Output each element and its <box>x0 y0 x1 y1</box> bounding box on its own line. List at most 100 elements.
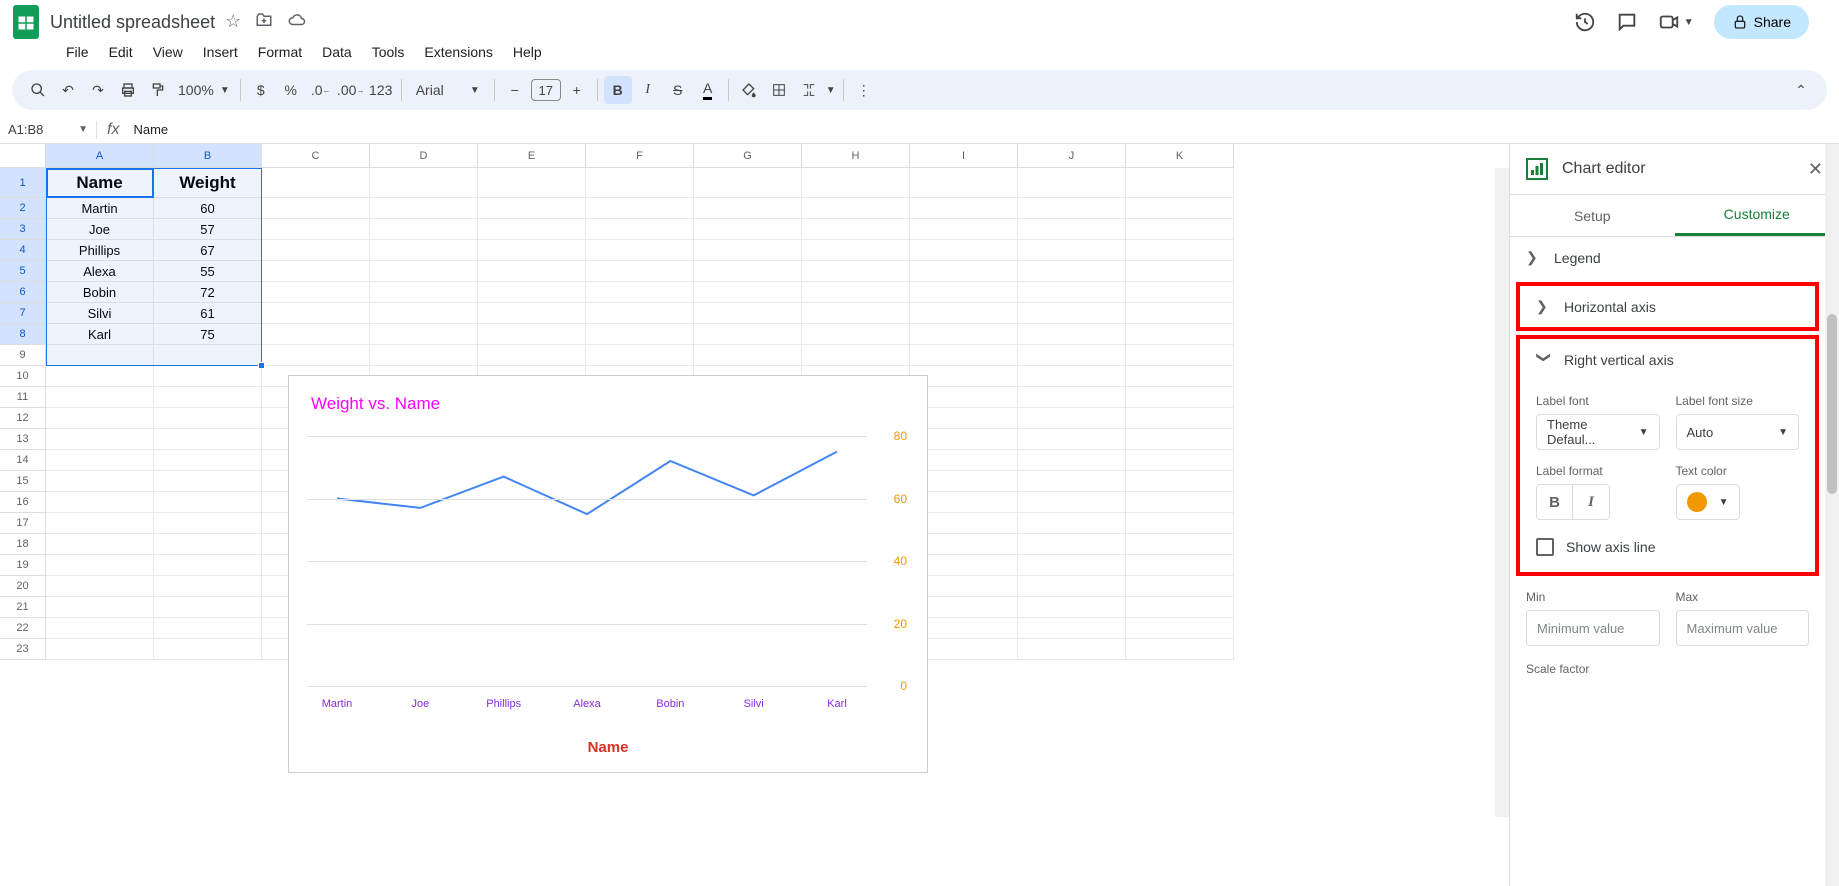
cell[interactable] <box>910 324 1018 345</box>
cell[interactable] <box>802 324 910 345</box>
cell[interactable]: Alexa <box>46 261 154 282</box>
column-header[interactable]: B <box>154 144 262 168</box>
cell[interactable] <box>694 324 802 345</box>
font-select[interactable]: Arial▼ <box>408 76 488 104</box>
select-all-corner[interactable] <box>0 144 46 168</box>
row-header[interactable]: 5 <box>0 261 46 282</box>
decrease-decimal-icon[interactable]: .0← <box>307 76 335 104</box>
column-header[interactable]: K <box>1126 144 1234 168</box>
bold-button[interactable]: B <box>604 76 632 104</box>
cell[interactable] <box>1126 471 1234 492</box>
row-header[interactable]: 6 <box>0 282 46 303</box>
menu-tools[interactable]: Tools <box>364 40 413 64</box>
cell[interactable] <box>154 450 262 471</box>
row-header[interactable]: 20 <box>0 576 46 597</box>
column-header[interactable]: J <box>1018 144 1126 168</box>
cell[interactable] <box>1126 240 1234 261</box>
cell[interactable] <box>1126 639 1234 660</box>
cell[interactable] <box>154 513 262 534</box>
cell[interactable] <box>262 261 370 282</box>
tab-customize[interactable]: Customize <box>1675 195 1839 236</box>
cell[interactable] <box>1126 387 1234 408</box>
share-button[interactable]: Share <box>1714 5 1809 39</box>
close-icon[interactable]: ✕ <box>1808 159 1823 180</box>
cell[interactable] <box>46 576 154 597</box>
cell[interactable] <box>1126 450 1234 471</box>
cell[interactable]: Joe <box>46 219 154 240</box>
zoom-select[interactable]: 100% ▼ <box>174 76 234 104</box>
cell[interactable] <box>370 282 478 303</box>
row-header[interactable]: 13 <box>0 429 46 450</box>
cell[interactable] <box>370 240 478 261</box>
cell[interactable] <box>1126 597 1234 618</box>
row-header[interactable]: 12 <box>0 408 46 429</box>
cell[interactable] <box>1018 240 1126 261</box>
cell[interactable] <box>1018 366 1126 387</box>
cell[interactable] <box>694 303 802 324</box>
cell[interactable] <box>478 345 586 366</box>
label-font-select[interactable]: Theme Defaul...▼ <box>1536 414 1660 450</box>
star-icon[interactable]: ☆ <box>225 11 241 34</box>
merge-button[interactable] <box>795 76 823 104</box>
cell[interactable] <box>694 261 802 282</box>
min-input[interactable] <box>1526 610 1660 646</box>
text-color-button[interactable]: A <box>694 76 722 104</box>
cell[interactable] <box>1126 261 1234 282</box>
section-right-vertical-axis[interactable]: ❯ Right vertical axis <box>1520 339 1815 380</box>
increase-font-icon[interactable]: + <box>563 76 591 104</box>
cell[interactable] <box>370 345 478 366</box>
cell[interactable] <box>694 198 802 219</box>
meet-icon[interactable]: ▼ <box>1658 11 1694 33</box>
cell[interactable] <box>154 639 262 660</box>
cell[interactable] <box>802 345 910 366</box>
cell[interactable] <box>154 471 262 492</box>
row-header[interactable]: 18 <box>0 534 46 555</box>
cell[interactable] <box>1018 219 1126 240</box>
cell[interactable]: Phillips <box>46 240 154 261</box>
row-header[interactable]: 11 <box>0 387 46 408</box>
row-header[interactable]: 4 <box>0 240 46 261</box>
cell[interactable] <box>46 639 154 660</box>
cell[interactable] <box>1126 303 1234 324</box>
cell[interactable] <box>154 387 262 408</box>
cell[interactable] <box>478 240 586 261</box>
cell[interactable] <box>1126 198 1234 219</box>
more-icon[interactable]: ⋮ <box>850 76 878 104</box>
cell[interactable] <box>262 282 370 303</box>
cell[interactable] <box>262 345 370 366</box>
increase-decimal-icon[interactable]: .00→ <box>337 76 365 104</box>
cell[interactable] <box>586 198 694 219</box>
column-header[interactable]: F <box>586 144 694 168</box>
cell[interactable] <box>1126 366 1234 387</box>
row-header[interactable]: 22 <box>0 618 46 639</box>
cell[interactable] <box>154 555 262 576</box>
italic-toggle[interactable]: I <box>1573 485 1609 519</box>
cell[interactable] <box>910 198 1018 219</box>
cell[interactable] <box>802 168 910 198</box>
cell[interactable] <box>1126 492 1234 513</box>
cell[interactable] <box>154 618 262 639</box>
column-header[interactable]: C <box>262 144 370 168</box>
cell[interactable] <box>694 282 802 303</box>
cell[interactable] <box>154 366 262 387</box>
cell[interactable] <box>46 408 154 429</box>
cell[interactable] <box>154 408 262 429</box>
cell[interactable] <box>1018 324 1126 345</box>
cell[interactable] <box>802 282 910 303</box>
cell[interactable] <box>1018 597 1126 618</box>
menu-file[interactable]: File <box>58 40 97 64</box>
cell[interactable] <box>1018 198 1126 219</box>
cell[interactable] <box>1018 492 1126 513</box>
cell[interactable] <box>910 282 1018 303</box>
cell[interactable] <box>262 303 370 324</box>
column-header[interactable]: E <box>478 144 586 168</box>
cell[interactable] <box>1126 513 1234 534</box>
row-header[interactable]: 15 <box>0 471 46 492</box>
label-font-size-select[interactable]: Auto▼ <box>1676 414 1800 450</box>
cell[interactable]: Karl <box>46 324 154 345</box>
menu-insert[interactable]: Insert <box>195 40 246 64</box>
undo-icon[interactable]: ↶ <box>54 76 82 104</box>
percent-icon[interactable]: % <box>277 76 305 104</box>
cell[interactable] <box>154 576 262 597</box>
cell[interactable] <box>262 219 370 240</box>
